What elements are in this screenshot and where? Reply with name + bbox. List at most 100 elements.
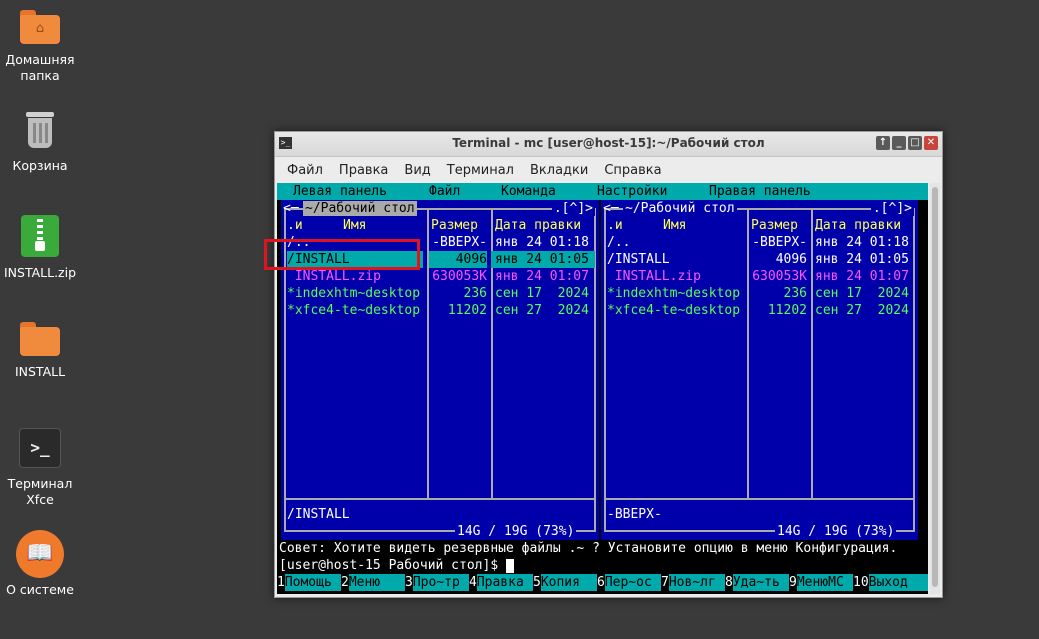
- fkey-1[interactable]: 1Помощь: [277, 574, 341, 591]
- left-panel-arrow[interactable]: <─: [283, 200, 299, 217]
- file-size: 4096: [775, 252, 807, 267]
- file-date: янв 24 01:07: [815, 269, 909, 284]
- left-header-name[interactable]: Имя: [343, 217, 366, 234]
- left-sort-indicator[interactable]: .и: [287, 217, 303, 234]
- file-date: янв 24 01:18: [495, 235, 589, 250]
- home-folder-icon: ⌂: [20, 10, 60, 44]
- close-button[interactable]: ✕: [924, 136, 938, 150]
- terminal-window: >_ Terminal - mc [user@host-15]:~/Рабочи…: [274, 131, 943, 598]
- file-date: янв 24 01:05: [815, 252, 909, 267]
- file-size: -ВВЕРХ-: [432, 235, 487, 250]
- desktop-icon-install-folder[interactable]: INSTALL: [0, 322, 80, 380]
- left-panel-path: ~/Рабочий стол: [303, 201, 417, 216]
- right-sort-indicator[interactable]: .и: [607, 217, 623, 234]
- desktop-icon-label: Домашняя папка: [5, 52, 75, 83]
- desktop-icon-label: INSTALL: [14, 364, 66, 379]
- window-menubar: Файл Правка Вид Терминал Вкладки Справка: [275, 157, 942, 183]
- file-size: 236: [783, 286, 807, 301]
- file-date: янв 24 01:05: [491, 251, 595, 268]
- prompt-text: [user@host-15 Рабочий стол]$: [279, 558, 506, 573]
- function-key-bar: 1Помощь 2Меню 3Про~тр 4Правка 5Копия 6Пе…: [277, 574, 928, 591]
- file-name: *indexhtm~desktop: [287, 286, 421, 301]
- left-panel-disk: 14G / 19G (73%): [455, 523, 577, 540]
- about-system-icon: 📖: [16, 530, 64, 578]
- file-date: сен 27 2024: [495, 303, 589, 318]
- mc-menu-command[interactable]: Команда: [501, 183, 556, 200]
- text-cursor: [505, 558, 514, 573]
- command-prompt[interactable]: [user@host-15 Рабочий стол]$: [279, 557, 928, 574]
- right-header-date[interactable]: Дата правки: [815, 217, 901, 234]
- window-titlebar[interactable]: >_ Terminal - mc [user@host-15]:~/Рабочи…: [275, 132, 942, 157]
- file-date: сен 27 2024: [815, 303, 909, 318]
- menu-terminal[interactable]: Терминал: [439, 163, 522, 178]
- file-size: 630053K: [752, 269, 807, 284]
- trash-icon: [22, 110, 58, 150]
- desktop-icon-about[interactable]: 📖 О системе: [0, 530, 80, 598]
- right-panel-disk: 14G / 19G (73%): [775, 523, 897, 540]
- desktop-icon-terminal[interactable]: >_ Терминал Xfce: [0, 428, 80, 508]
- menu-help[interactable]: Справка: [596, 163, 669, 178]
- desktop-icon-install-zip[interactable]: INSTALL.zip: [0, 215, 80, 281]
- file-size: 630053K: [432, 269, 487, 284]
- file-date: сен 17 2024: [495, 286, 589, 301]
- fkey-8[interactable]: 8Уда~ть: [725, 574, 789, 591]
- file-name: *xfce4-te~desktop: [607, 303, 741, 318]
- menu-edit[interactable]: Правка: [331, 163, 396, 178]
- left-panel-corner[interactable]: .[^]>: [551, 201, 595, 216]
- desktop-icon-label: О системе: [6, 582, 74, 597]
- scrollbar-thumb[interactable]: [932, 187, 938, 587]
- terminal-scrollbar[interactable]: [930, 183, 940, 594]
- fkey-7[interactable]: 7Нов~лг: [661, 574, 725, 591]
- file-name: INSTALL.zip: [607, 269, 701, 284]
- file-date: сен 17 2024: [815, 286, 909, 301]
- mc-menu-right-panel[interactable]: Правая панель: [709, 183, 811, 200]
- file-date: янв 24 01:18: [815, 235, 909, 250]
- terminal-icon: >_: [19, 428, 61, 468]
- right-header-name[interactable]: Имя: [663, 217, 686, 234]
- mc-menu-file[interactable]: Файл: [429, 183, 460, 200]
- fkey-3[interactable]: 3Про~тр: [405, 574, 469, 591]
- maximize-button[interactable]: □: [908, 136, 922, 150]
- file-date: янв 24 01:07: [495, 269, 589, 284]
- fkey-4[interactable]: 4Правка: [469, 574, 533, 591]
- folder-icon: [20, 322, 60, 356]
- fkey-5[interactable]: 5Копия: [533, 574, 597, 591]
- file-size: 11202: [767, 303, 807, 318]
- raise-button[interactable]: ↑: [876, 136, 890, 150]
- fkey-2[interactable]: 2Меню: [341, 574, 405, 591]
- left-panel-status: /INSTALL: [287, 507, 350, 522]
- desktop-icon-trash[interactable]: Корзина: [0, 110, 80, 174]
- file-name: *indexhtm~desktop: [607, 286, 741, 301]
- file-size: 236: [463, 286, 487, 301]
- desktop-icon-home[interactable]: ⌂ Домашняя папка: [0, 10, 80, 84]
- annotation-highlight-box: [264, 239, 420, 270]
- mc-menubar: Левая панель Файл Команда Настройки Прав…: [277, 183, 928, 200]
- desktop-icon-label: Терминал Xfce: [7, 476, 73, 507]
- file-size: -ВВЕРХ-: [752, 235, 807, 250]
- window-title: Terminal - mc [user@host-15]:~/Рабочий с…: [452, 136, 765, 150]
- fkey-9[interactable]: 9МенюMC: [789, 574, 853, 591]
- right-panel[interactable]: <─ ~/Рабочий стол .[^]> .и Имя Размер Да…: [601, 200, 918, 540]
- desktop-icon-label: Корзина: [12, 158, 68, 173]
- left-header-size[interactable]: Размер: [431, 217, 478, 234]
- zip-archive-icon: [21, 215, 59, 257]
- menu-file[interactable]: Файл: [279, 163, 331, 178]
- menu-tabs[interactable]: Вкладки: [522, 163, 596, 178]
- left-header-date[interactable]: Дата правки: [495, 217, 581, 234]
- file-size: 4096: [429, 251, 487, 268]
- minimize-button[interactable]: _: [892, 136, 906, 150]
- menu-view[interactable]: Вид: [396, 163, 438, 178]
- file-size: 11202: [447, 303, 487, 318]
- file-name: *xfce4-te~desktop: [287, 303, 421, 318]
- right-panel-status: -ВВЕРХ-: [607, 507, 662, 522]
- right-panel-corner[interactable]: .[^]>: [870, 201, 914, 216]
- fkey-10[interactable]: 10Выход: [853, 574, 928, 591]
- mc-menu-settings[interactable]: Настройки: [597, 183, 667, 200]
- mc-hint: Совет: Хотите видеть резервные файлы .~ …: [279, 541, 898, 556]
- right-header-size[interactable]: Размер: [751, 217, 798, 234]
- mc-menu-left-panel[interactable]: Левая панель: [293, 183, 387, 200]
- file-name: INSTALL.zip: [287, 269, 381, 284]
- file-name: /..: [607, 235, 631, 250]
- fkey-6[interactable]: 6Пер~ос: [597, 574, 661, 591]
- right-panel-arrow[interactable]: <─: [603, 200, 619, 217]
